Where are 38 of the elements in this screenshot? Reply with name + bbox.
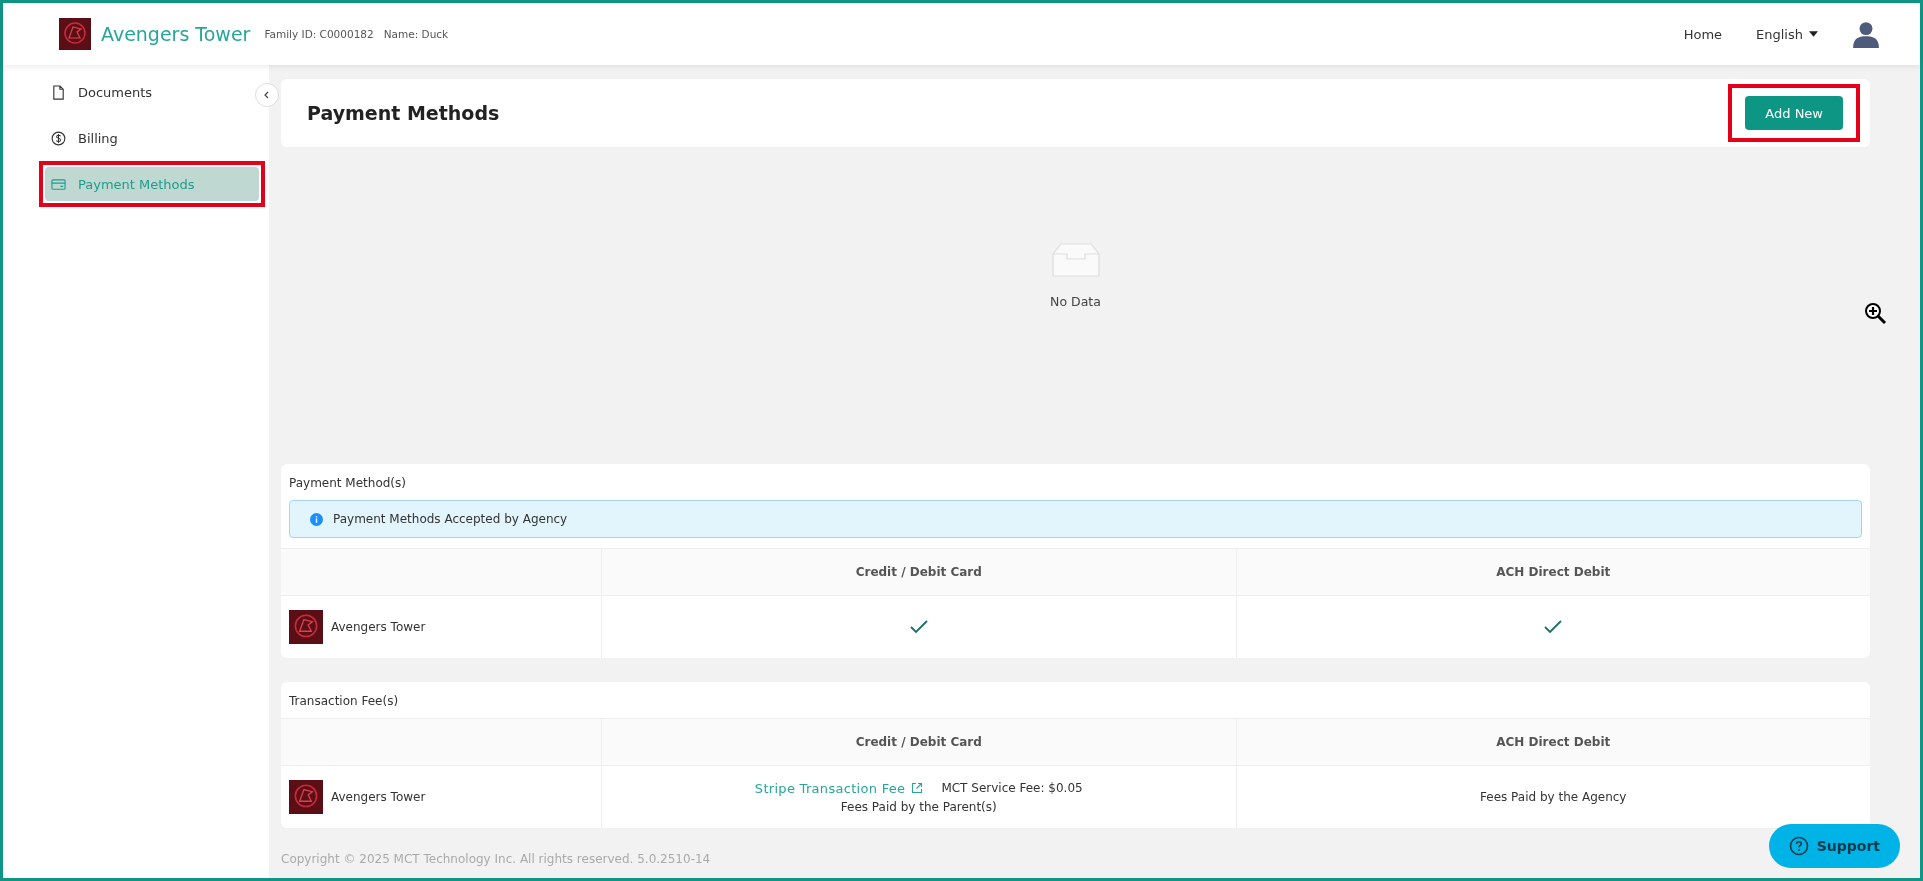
- document-icon: [51, 84, 66, 100]
- info-icon: [310, 512, 323, 526]
- no-data-text: No Data: [1050, 294, 1101, 309]
- sidebar-item[interactable]: Documents: [45, 75, 259, 109]
- agency-name: Avengers Tower: [331, 620, 426, 634]
- site-title[interactable]: Avengers Tower: [101, 23, 251, 45]
- caret-icon: [1809, 31, 1818, 37]
- table-header-cell: Credit / Debit Card: [601, 549, 1236, 595]
- family-id: Family ID: C0000182: [264, 28, 374, 40]
- fee-note: Fees Paid by the Parent(s): [840, 799, 997, 814]
- section-title: Payment Method(s): [288, 475, 407, 492]
- table-header-cell: ACH Direct Debit: [1235, 719, 1870, 765]
- external-link-icon: [911, 782, 924, 794]
- table-header-cell: Credit / Debit Card: [601, 719, 1236, 765]
- logo-icon: [59, 18, 91, 50]
- page-title: Payment Methods: [307, 102, 500, 124]
- fee-note: Fees Paid by the Agency: [1480, 790, 1627, 804]
- user-avatar-icon[interactable]: [1852, 20, 1880, 48]
- card-icon: [51, 176, 66, 192]
- zoom-cursor-icon: [1864, 302, 1888, 326]
- info-text: Payment Methods Accepted by Agency: [333, 512, 568, 526]
- add-new-button[interactable]: Add New: [1745, 96, 1843, 130]
- service-fee-text: MCT Service Fee: $0.05: [941, 781, 1083, 795]
- dollar-icon: [51, 130, 66, 146]
- table-header-cell: ACH Direct Debit: [1235, 549, 1870, 595]
- family-name: Name: Duck: [383, 28, 449, 40]
- sidebar-item[interactable]: Billing: [45, 121, 259, 155]
- help-icon: [1788, 836, 1809, 856]
- agency-logo-icon: [289, 780, 323, 814]
- agency-logo-icon: [289, 610, 323, 644]
- empty-inbox-icon: [1050, 242, 1101, 278]
- language-dropdown[interactable]: English: [1756, 26, 1818, 42]
- copyright-text: Copyright © 2025 MCT Technology Inc. All rights reserved. 5.0.2510-14: [281, 852, 711, 866]
- section-title: Transaction Fee(s): [288, 693, 400, 710]
- nav-link[interactable]: Home: [1683, 26, 1723, 42]
- agency-name: Avengers Tower: [331, 790, 426, 804]
- fee-link[interactable]: Stripe Transaction Fee: [754, 780, 924, 796]
- support-button[interactable]: Support: [1768, 824, 1900, 868]
